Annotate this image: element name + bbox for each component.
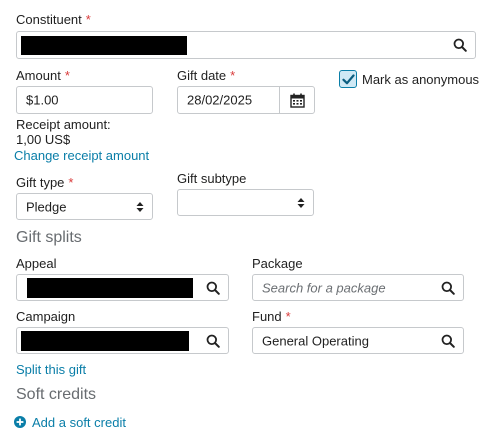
gift-date-label: Gift date * xyxy=(177,68,235,83)
plus-circle-icon xyxy=(14,416,26,428)
calendar-button[interactable] xyxy=(279,86,315,114)
add-soft-credit-label: Add a soft credit xyxy=(32,414,126,430)
redacted-value xyxy=(27,278,193,298)
gift-subtype-select[interactable] xyxy=(177,189,314,216)
search-icon[interactable] xyxy=(206,281,220,295)
gift-splits-heading: Gift splits xyxy=(16,229,82,246)
required-marker: * xyxy=(230,68,236,83)
gift-date-label-text: Gift date xyxy=(177,68,227,83)
gift-type-label: Gift type * xyxy=(16,175,73,190)
split-gift-link[interactable]: Split this gift xyxy=(16,362,86,377)
soft-credits-heading: Soft credits xyxy=(16,386,97,403)
receipt-amount-value: 1,00 US$ xyxy=(16,132,71,147)
amount-label: Amount * xyxy=(16,68,70,83)
gift-date-input[interactable]: 28/02/2025 xyxy=(177,86,280,114)
redacted-value xyxy=(21,36,187,55)
constituent-label-text: Constituent xyxy=(16,12,82,27)
search-icon[interactable] xyxy=(206,334,220,348)
gift-type-label-text: Gift type xyxy=(16,175,65,190)
required-marker: * xyxy=(64,68,70,83)
required-marker: * xyxy=(285,309,291,324)
select-arrows-icon xyxy=(297,197,305,208)
fund-search-field[interactable]: General Operating xyxy=(252,327,464,354)
amount-input[interactable]: $1.00 xyxy=(16,86,153,114)
constituent-search-field[interactable] xyxy=(16,31,476,59)
constituent-label: Constituent * xyxy=(16,12,91,27)
fund-label-text: Fund xyxy=(252,309,282,324)
gift-subtype-label: Gift subtype xyxy=(177,171,247,186)
required-marker: * xyxy=(85,12,91,27)
campaign-label: Campaign xyxy=(16,309,76,324)
amount-value: $1.00 xyxy=(26,92,59,108)
checkmark-icon xyxy=(342,74,355,85)
gift-date-value: 28/02/2025 xyxy=(187,92,253,108)
search-icon[interactable] xyxy=(441,281,455,295)
required-marker: * xyxy=(68,175,74,190)
amount-label-text: Amount xyxy=(16,68,61,83)
gift-type-value: Pledge xyxy=(26,199,67,214)
search-icon[interactable] xyxy=(453,38,467,52)
package-label: Package xyxy=(252,256,303,271)
campaign-search-field[interactable] xyxy=(16,327,229,354)
select-arrows-icon xyxy=(136,201,144,212)
fund-label: Fund * xyxy=(252,309,291,324)
redacted-value xyxy=(21,331,189,351)
search-icon[interactable] xyxy=(441,334,455,348)
appeal-search-field[interactable] xyxy=(16,274,229,301)
change-receipt-amount-link[interactable]: Change receipt amount xyxy=(14,148,149,163)
receipt-amount-label: Receipt amount: xyxy=(16,117,111,132)
appeal-label: Appeal xyxy=(16,256,57,271)
anonymous-label[interactable]: Mark as anonymous xyxy=(362,72,479,87)
add-soft-credit-button[interactable]: Add a soft credit xyxy=(14,414,126,430)
package-placeholder: Search for a package xyxy=(262,280,386,295)
package-search-field[interactable]: Search for a package xyxy=(252,274,464,301)
anonymous-checkbox[interactable] xyxy=(339,70,357,88)
calendar-icon xyxy=(290,93,305,108)
gift-type-select[interactable]: Pledge xyxy=(16,193,153,220)
fund-value: General Operating xyxy=(262,333,369,348)
